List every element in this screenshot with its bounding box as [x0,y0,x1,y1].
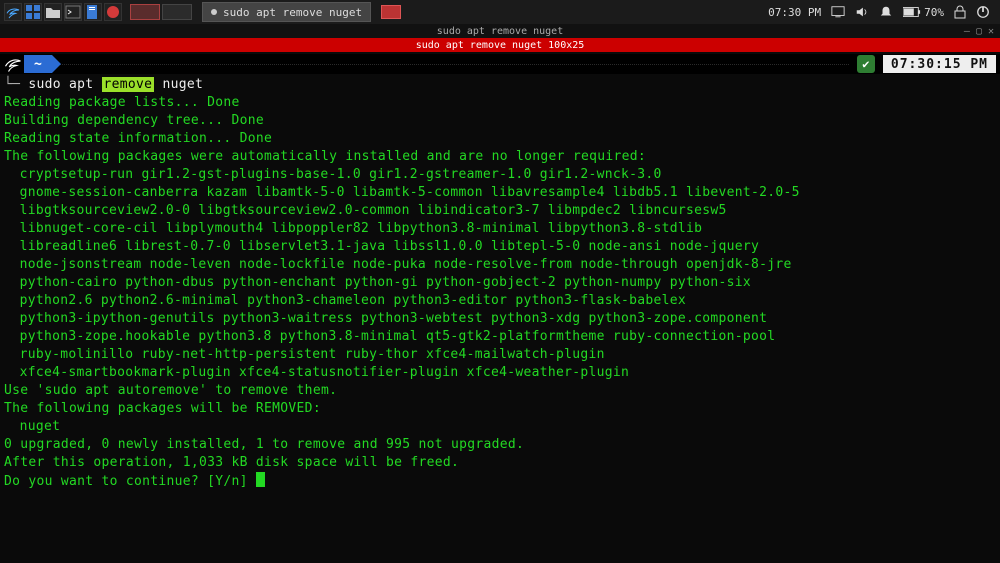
cursor-icon [256,472,265,487]
line-reading-lists: Reading package lists... Done [4,95,240,110]
kali-logo-icon [4,55,22,73]
terminal-output[interactable]: └─ sudo apt remove nuget Reading package… [0,74,1000,495]
auto-pkg-line: python2.6 python2.6-minimal python3-cham… [4,292,996,310]
taskbar-window-entry[interactable]: sudo apt remove nuget [202,2,371,22]
workspace-switcher[interactable] [130,4,192,20]
line-summary: 0 upgraded, 0 newly installed, 1 to remo… [4,437,524,452]
auto-pkg-line: cryptsetup-run gir1.2-gst-plugins-base-1… [4,166,996,184]
prompt-clock-text: 07:30:15 PM [891,57,988,72]
window-title: sudo apt remove nuget [437,26,563,37]
auto-pkg-line: python-cairo python-dbus python-enchant … [4,274,996,292]
line-reading-state: Reading state information... Done [4,131,272,146]
close-icon[interactable]: ✕ [988,26,994,37]
cwd-segment: ~ [24,55,52,73]
terminal-tab-title: sudo apt remove nuget 100x25 [0,38,1000,52]
workspace-1[interactable] [130,4,160,20]
line-building-tree: Building dependency tree... Done [4,113,264,128]
auto-pkg-line: ruby-molinillo ruby-net-http-persistent … [4,346,996,364]
taskbar-accent-icon [381,5,401,19]
task-dot-icon [211,9,217,15]
power-icon[interactable] [976,5,990,19]
workspace-2[interactable] [162,4,192,20]
minimize-icon[interactable]: — [964,26,970,37]
auto-pkg-line: node-jsonstream node-leven node-lockfile… [4,256,996,274]
notifications-icon[interactable] [879,5,893,19]
line-auto-header: The following packages were automaticall… [4,149,646,164]
taskbar-clock[interactable]: 07:30 PM [768,6,821,19]
prompt-clock: 07:30:15 PM [883,55,996,73]
auto-pkg-line: libgtksourceview2.0-0 libgtksourceview2.… [4,202,996,220]
cwd-text: ~ [34,57,42,72]
status-ok-icon: ✔ [857,55,875,73]
terminal-launcher-icon[interactable] [64,3,82,21]
battery-percent: 70% [924,6,944,19]
lock-icon[interactable] [954,5,966,19]
auto-pkg-line: python3-zope.hookable python3.8 python3.… [4,328,996,346]
line-confirm: Do you want to continue? [Y/n] [4,474,256,489]
files-icon[interactable] [44,3,62,21]
cmd-suffix: nuget [154,77,203,92]
battery-icon[interactable]: 70% [903,6,944,19]
cmd-highlight: remove [102,77,155,92]
app-icon[interactable] [104,3,122,21]
line-autoremove-hint: Use 'sudo apt autoremove' to remove them… [4,383,337,398]
task-title: sudo apt remove nuget [223,6,362,19]
editor-icon[interactable] [84,3,102,21]
prompt-bar: ~ ✔ 07:30:15 PM [0,54,1000,74]
auto-pkg-line: gnome-session-canberra kazam libamtk-5-0… [4,184,996,202]
terminal-tab-text: sudo apt remove nuget 100x25 [416,40,585,51]
maximize-icon[interactable]: ▢ [976,26,982,37]
show-desktop-icon[interactable] [24,3,42,21]
auto-pkg-line: xfce4-smartbookmark-plugin xfce4-statusn… [4,364,996,382]
auto-pkg-line: libnuget-core-cil libplymouth4 libpopple… [4,220,996,238]
remove-pkg-line: nuget [4,418,996,436]
line-remove-header: The following packages will be REMOVED: [4,401,321,416]
auto-pkg-line: libreadline6 librest-0.7-0 libservlet3.1… [4,238,996,256]
prompt-branch-icon: └─ [4,77,20,92]
kali-menu-icon[interactable] [4,3,22,21]
volume-icon[interactable] [855,5,869,19]
system-taskbar: sudo apt remove nuget 07:30 PM 70% [0,0,1000,24]
line-disk: After this operation, 1,033 kB disk spac… [4,455,459,470]
display-icon[interactable] [831,5,845,19]
prompt-divider [60,64,849,65]
window-titlebar[interactable]: sudo apt remove nuget — ▢ ✕ [0,24,1000,38]
cmd-prefix: sudo apt [28,77,101,92]
auto-pkg-line: python3-ipython-genutils python3-waitres… [4,310,996,328]
